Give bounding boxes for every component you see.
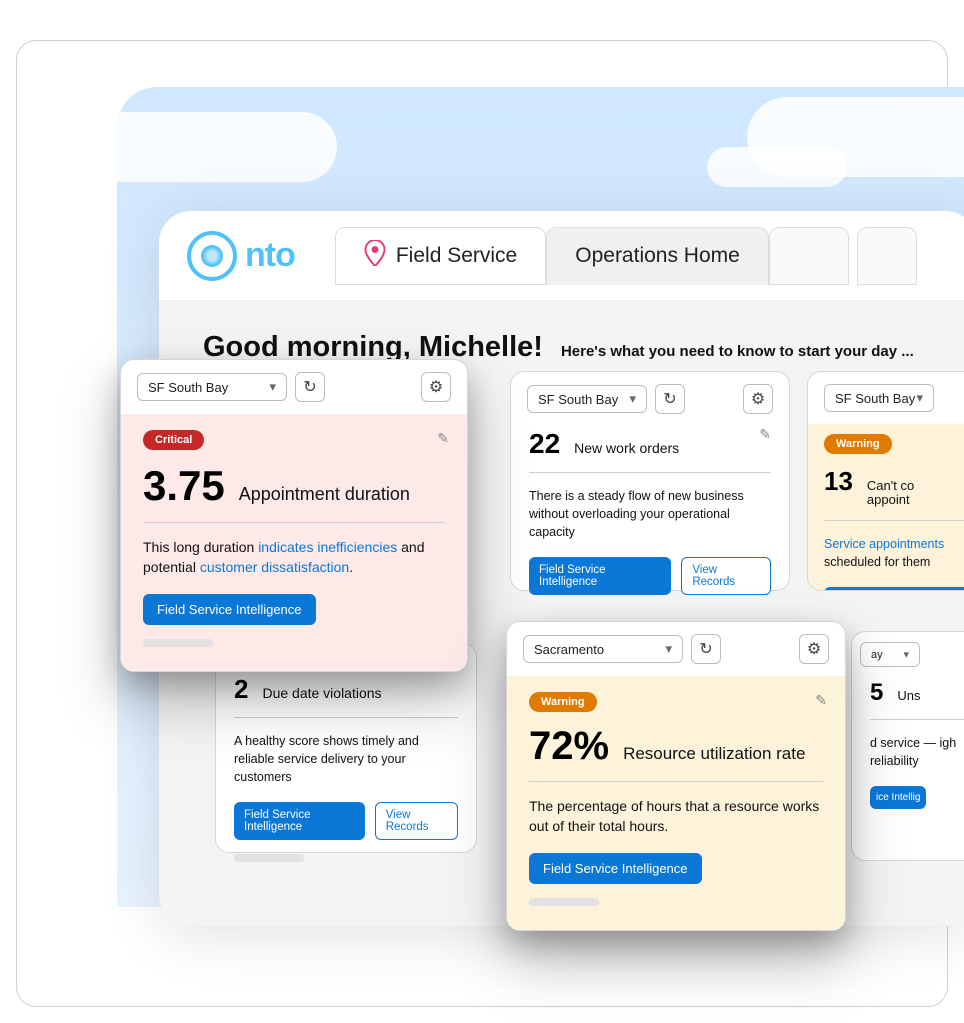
pencil-icon[interactable]: ✎ [815, 692, 827, 709]
card-due-date: ✎ 2 Due date violations A healthy score … [215, 643, 477, 853]
region-select[interactable]: SF South Bay ▾ [137, 373, 287, 401]
warning-badge: Warning [824, 434, 892, 454]
card-description: Service appointments scheduled for them [824, 535, 964, 571]
refresh-icon: ↻ [699, 639, 712, 659]
warning-badge: Warning [529, 692, 597, 712]
view-records-button[interactable]: View Records [375, 802, 458, 840]
region-value: SF South Bay [538, 392, 618, 407]
metric-label: New work orders [574, 440, 679, 456]
fsi-button[interactable]: Field Service Intelligence [529, 853, 702, 884]
card-description: d service — igh reliability [870, 734, 964, 770]
card-resource-utilization: Sacramento ▾ ↻ ⚙ ✎ Warning 72% Resource … [506, 621, 846, 931]
region-select[interactable]: SF South Bay ▾ [527, 385, 647, 413]
metric-label: Uns [897, 688, 920, 703]
refresh-button[interactable]: ↻ [691, 634, 721, 664]
metric-label: Due date violations [262, 685, 381, 701]
critical-badge: Critical [143, 430, 204, 450]
region-bar: Sacramento ▾ ↻ ⚙ [507, 622, 845, 676]
refresh-button[interactable]: ↻ [295, 372, 325, 402]
metric-value: 22 [529, 428, 560, 460]
card-description: A healthy score shows timely and reliabl… [234, 732, 458, 786]
fsi-button[interactable]: Field Service Intelligence [529, 557, 671, 595]
metric-label: Can't coappoint [867, 479, 914, 508]
settings-button[interactable]: ⚙ [743, 384, 773, 414]
region-bar: SF South Bay ▾ [808, 372, 964, 424]
card-unscheduled: ay▾ 5 Uns d service — igh reliability ic… [851, 631, 964, 861]
settings-button[interactable]: ⚙ [799, 634, 829, 664]
fsi-button[interactable]: Field Service Intelligence [143, 594, 316, 625]
metric-value: 3.75 [143, 462, 225, 510]
region-select[interactable]: ay▾ [860, 642, 920, 667]
region-value: SF South Bay [148, 380, 228, 395]
chevron-down-icon: ▾ [269, 379, 276, 395]
metric-value: 13 [824, 466, 853, 497]
chevron-down-icon: ▾ [629, 391, 636, 407]
link[interactable]: indicates inefficiencies [258, 539, 397, 555]
region-value: Sacramento [534, 642, 604, 657]
region-bar: ay▾ [852, 632, 964, 677]
region-select[interactable]: SF South Bay ▾ [824, 384, 934, 412]
fsi-button[interactable]: Field Service Intelligence [234, 802, 365, 840]
card-cant-complete: SF South Bay ▾ Warning 13 Can't coappoin… [807, 371, 964, 591]
fsi-button[interactable]: ice Intellig [870, 786, 926, 809]
footer-placeholder [234, 854, 304, 862]
gear-icon: ⚙ [751, 389, 765, 409]
metric-value: 72% [529, 724, 609, 769]
refresh-button[interactable]: ↻ [655, 384, 685, 414]
pencil-icon[interactable]: ✎ [759, 426, 771, 443]
chevron-down-icon: ▾ [903, 648, 909, 661]
region-value: SF South Bay [835, 391, 915, 406]
card-description: There is a steady flow of new business w… [529, 487, 771, 541]
card-new-work-orders: SF South Bay ▾ ↻ ⚙ ✎ 22 New work orders … [510, 371, 790, 591]
chevron-down-icon: ▾ [665, 641, 672, 657]
gear-icon: ⚙ [807, 639, 821, 659]
gear-icon: ⚙ [429, 377, 443, 397]
frame-border: nto Field Service Operations Home Good m… [16, 40, 948, 1007]
fsi-button[interactable]: Field Service Intelligence [824, 587, 964, 591]
link[interactable]: customer dissatisfaction [200, 559, 349, 575]
chevron-down-icon: ▾ [916, 390, 923, 406]
region-bar: SF South Bay ▾ ↻ ⚙ [121, 360, 467, 414]
metric-value: 2 [234, 674, 248, 705]
footer-placeholder [529, 898, 599, 906]
metric-label: Appointment duration [239, 484, 410, 505]
metric-value: 5 [870, 679, 883, 707]
card-appointment-duration: SF South Bay ▾ ↻ ⚙ ✎ Critical 3.75 Appoi… [120, 359, 468, 672]
view-records-button[interactable]: View Records [681, 557, 771, 595]
region-bar: SF South Bay ▾ ↻ ⚙ [511, 372, 789, 426]
card-description: This long duration indicates inefficienc… [143, 537, 445, 578]
pencil-icon[interactable]: ✎ [437, 430, 449, 447]
footer-placeholder [143, 639, 213, 647]
refresh-icon: ↻ [303, 377, 316, 397]
link[interactable]: Service appointments [824, 537, 944, 551]
metric-label: Resource utilization rate [623, 744, 805, 764]
card-description: The percentage of hours that a resource … [529, 796, 823, 837]
region-select[interactable]: Sacramento ▾ [523, 635, 683, 663]
settings-button[interactable]: ⚙ [421, 372, 451, 402]
refresh-icon: ↻ [663, 389, 676, 409]
